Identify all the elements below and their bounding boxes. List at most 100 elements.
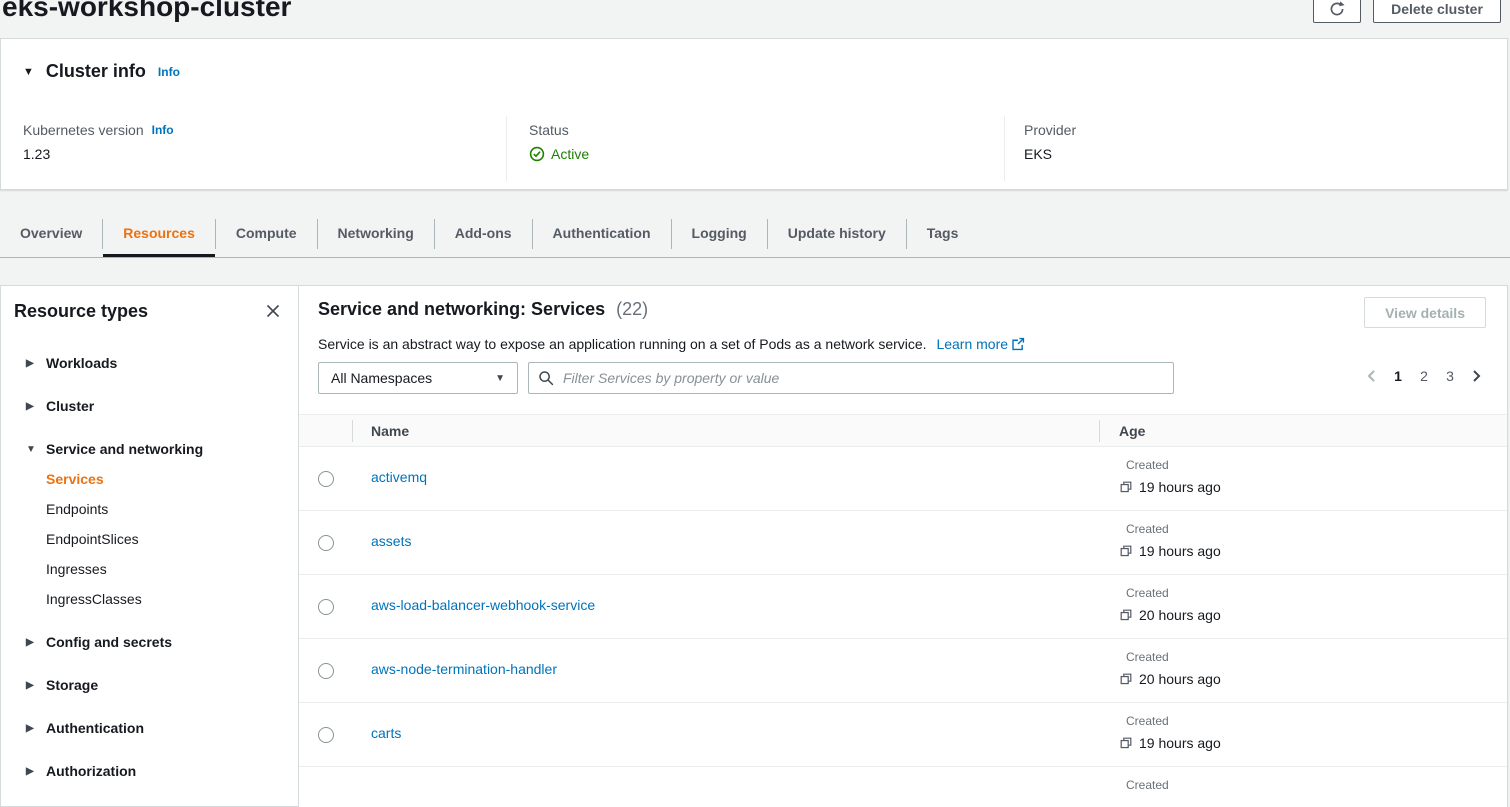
radio-button[interactable] [318,471,334,487]
sidebar-item-authentication[interactable]: ▶ Authentication [1,713,298,743]
tab-networking[interactable]: Networking [318,211,434,257]
caret-right-icon: ▶ [26,637,38,648]
copy-icon[interactable] [1119,672,1133,686]
delete-cluster-button[interactable]: Delete cluster [1373,0,1501,23]
namespace-filter-value: All Namespaces [331,370,495,386]
copy-icon[interactable] [1119,480,1133,494]
resources-content-card: Resource types ▶ Workloads ▶ Cluster ▼ S… [0,285,1508,807]
sidebar-item-label: Config and secrets [46,634,172,650]
tab-bar: Overview Resources Compute Networking Ad… [0,211,1510,257]
copy-icon[interactable] [1119,544,1133,558]
created-label: Created [1126,584,1221,602]
sidebar-item-label: Workloads [46,355,117,371]
table-row: aws-node-termination-handler Created 20 … [299,639,1507,703]
sidebar-item-cluster[interactable]: ▶ Cluster [1,391,298,421]
cluster-info-card: ▼ Cluster info Info Kubernetes version I… [0,38,1508,190]
services-count: (22) [616,299,648,319]
radio-button[interactable] [318,599,334,615]
services-table: Name Age activemq Created 19 hours ago a… [299,414,1507,807]
copy-icon[interactable] [1119,736,1133,750]
page-title: eks-workshop-cluster [2,0,291,23]
sidebar-item-ingressclasses[interactable]: IngressClasses [1,584,298,614]
table-row-partial: Created [299,767,1507,807]
caret-right-icon: ▶ [26,680,38,691]
page-number-2[interactable]: 2 [1414,366,1434,386]
kubernetes-version-info-link[interactable]: Info [152,123,174,137]
tab-tags[interactable]: Tags [907,211,979,257]
refresh-icon [1329,1,1345,17]
table-row: assets Created 19 hours ago [299,511,1507,575]
page-number-1[interactable]: 1 [1388,366,1408,386]
tab-update-history[interactable]: Update history [768,211,906,257]
created-label: Created [1126,456,1221,474]
services-heading: Service and networking: Services [318,299,605,319]
sidebar-item-endpointslices[interactable]: EndpointSlices [1,524,298,554]
sidebar-item-label: Authorization [46,763,136,779]
resource-types-tree: ▶ Workloads ▶ Cluster ▼ Service and netw… [1,348,298,786]
search-input[interactable] [528,362,1174,394]
age-cell: Created [1119,776,1169,794]
page-number-3[interactable]: 3 [1440,366,1460,386]
check-circle-icon [529,146,545,162]
pagination: 1 2 3 [1362,366,1486,386]
resource-types-panel: Resource types ▶ Workloads ▶ Cluster ▼ S… [1,286,299,806]
tab-overview[interactable]: Overview [0,211,102,257]
status-badge: Active [529,146,1004,162]
tab-resources[interactable]: Resources [103,211,215,257]
tab-compute[interactable]: Compute [216,211,317,257]
column-divider [352,420,353,442]
close-icon[interactable] [264,302,282,320]
tab-logging[interactable]: Logging [672,211,767,257]
age-cell: Created 20 hours ago [1119,648,1221,689]
radio-button[interactable] [318,663,334,679]
sidebar-item-workloads[interactable]: ▶ Workloads [1,348,298,378]
provider-label: Provider [1024,122,1076,138]
sidebar-item-config-and-secrets[interactable]: ▶ Config and secrets [1,627,298,657]
sidebar-item-label: Authentication [46,720,144,736]
copy-icon[interactable] [1119,608,1133,622]
sidebar-item-service-and-networking[interactable]: ▼ Service and networking [1,434,298,464]
radio-button[interactable] [318,727,334,743]
sidebar-item-storage[interactable]: ▶ Storage [1,670,298,700]
column-divider [1099,420,1100,442]
namespace-filter-dropdown[interactable]: All Namespaces ▼ [318,362,518,394]
sidebar-item-ingresses[interactable]: Ingresses [1,554,298,584]
cluster-info-title: Cluster info [46,61,146,82]
status-label: Status [529,122,569,138]
radio-button[interactable] [318,535,334,551]
sidebar-item-services[interactable]: Services [1,464,298,494]
status-value: Active [551,146,589,162]
age-cell: Created 19 hours ago [1119,520,1221,561]
view-details-button[interactable]: View details [1364,297,1486,328]
cluster-info-info-link[interactable]: Info [158,65,180,79]
age-cell: Created 19 hours ago [1119,712,1221,753]
service-link[interactable]: aws-load-balancer-webhook-service [371,597,595,613]
next-page-icon[interactable] [1466,368,1486,384]
column-header-age: Age [1119,415,1145,447]
resource-types-title: Resource types [14,301,148,322]
created-label: Created [1126,520,1221,538]
age-value: 20 hours ago [1139,605,1221,625]
tab-add-ons[interactable]: Add-ons [435,211,532,257]
service-link[interactable]: assets [371,533,411,549]
age-value: 20 hours ago [1139,669,1221,689]
tab-authentication[interactable]: Authentication [533,211,671,257]
service-link[interactable]: activemq [371,469,427,485]
sidebar-item-authorization[interactable]: ▶ Authorization [1,756,298,786]
previous-page-icon[interactable] [1362,368,1382,384]
service-link[interactable]: aws-node-termination-handler [371,661,557,677]
refresh-button[interactable] [1313,0,1361,23]
table-row: activemq Created 19 hours ago [299,447,1507,511]
collapse-caret-icon[interactable]: ▼ [23,66,34,78]
kubernetes-version-label: Kubernetes version [23,122,144,138]
table-header: Name Age [299,414,1507,447]
service-link[interactable]: carts [371,725,401,741]
age-cell: Created 20 hours ago [1119,584,1221,625]
sidebar-item-endpoints[interactable]: Endpoints [1,494,298,524]
sidebar-item-label: Storage [46,677,98,693]
age-cell: Created 19 hours ago [1119,456,1221,497]
caret-down-icon: ▼ [26,444,38,455]
table-row: carts Created 19 hours ago [299,703,1507,767]
caret-right-icon: ▶ [26,401,38,412]
learn-more-link[interactable]: Learn more [936,336,1025,352]
